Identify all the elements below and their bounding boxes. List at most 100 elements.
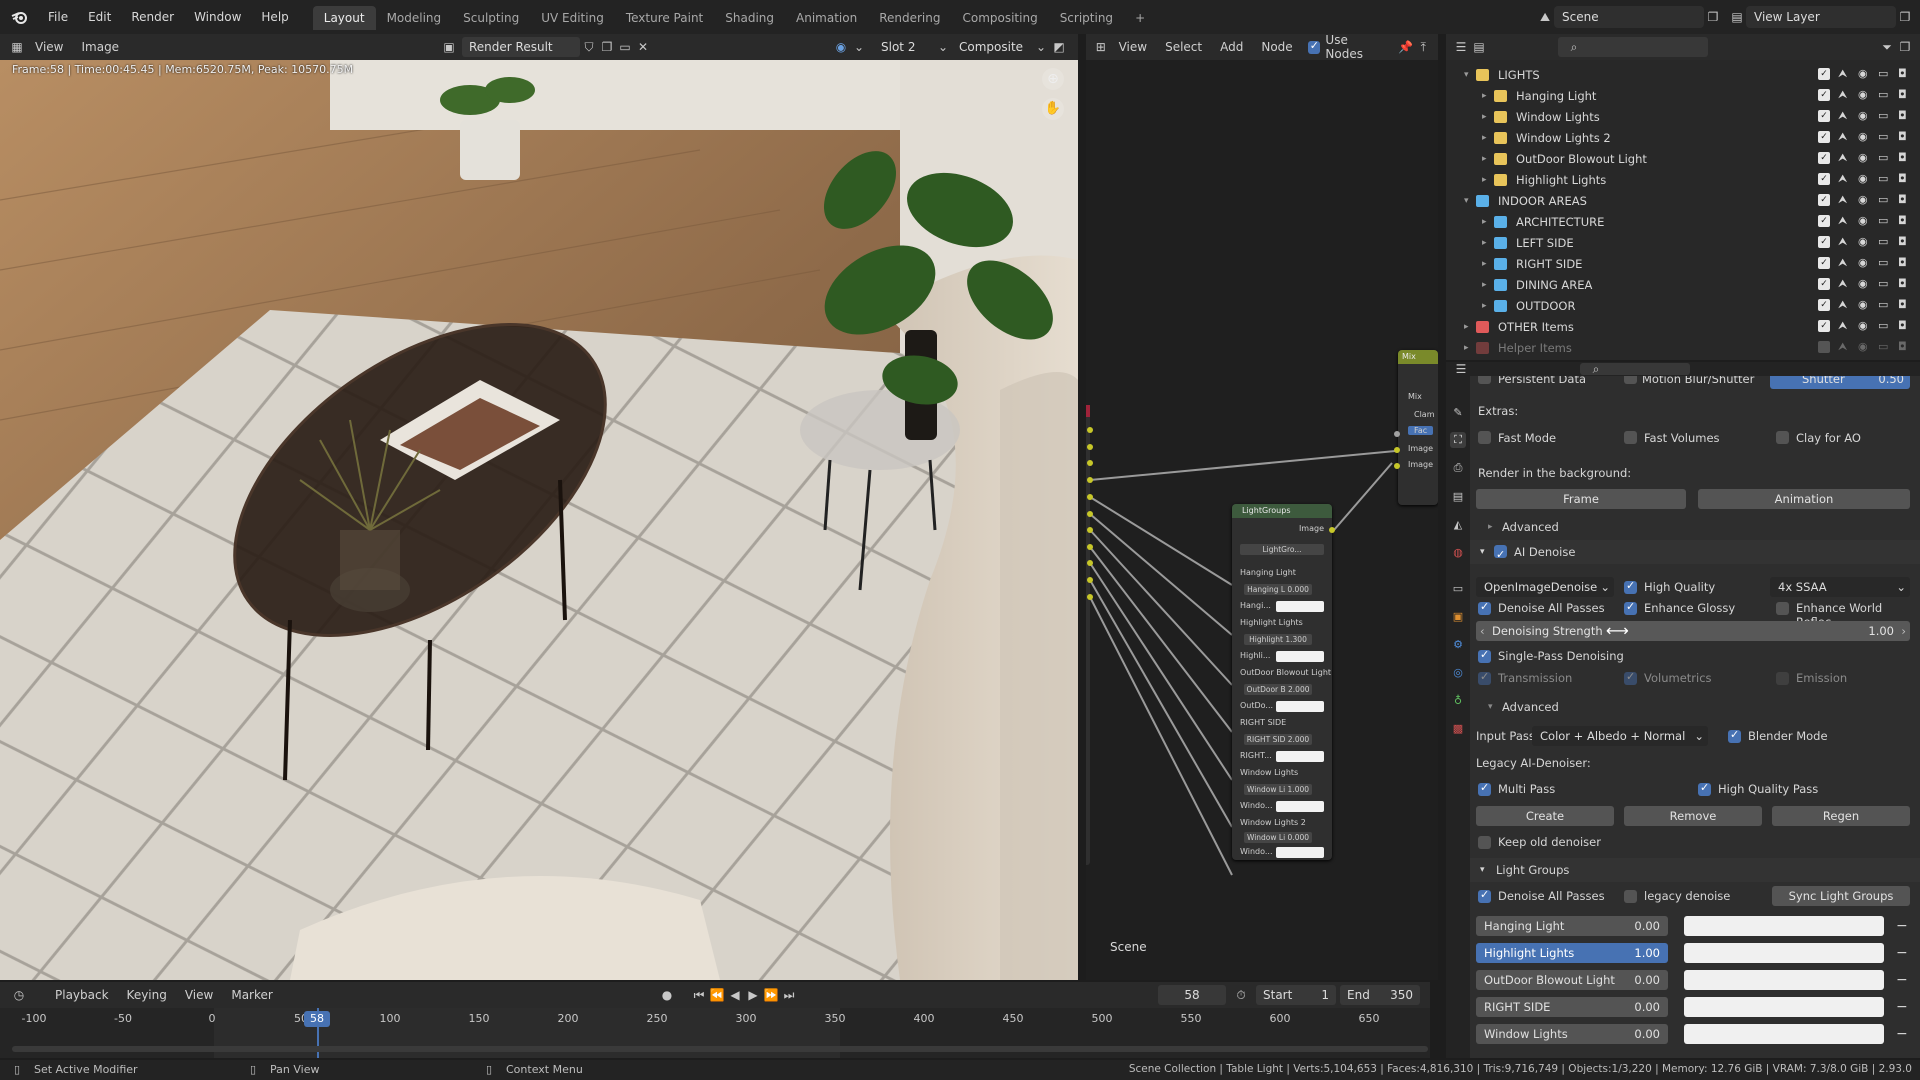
end-frame-field[interactable]: End 350 <box>1340 985 1420 1005</box>
exclude-checkbox[interactable]: ✓ <box>1818 320 1830 332</box>
light-group-color[interactable] <box>1684 997 1884 1017</box>
lg-item-strength[interactable]: Window Li 1.000 <box>1244 784 1312 795</box>
world-tab-icon[interactable]: ◍ <box>1450 544 1466 560</box>
mix-image-socket-2[interactable] <box>1394 463 1400 469</box>
pan-hand-icon[interactable]: ✋ <box>1042 98 1064 120</box>
collection-tab-icon[interactable]: ▭ <box>1450 580 1466 596</box>
editor-type-icon[interactable]: ▦ <box>8 38 26 56</box>
image-name-field[interactable]: Render Result <box>462 37 580 57</box>
remove-light-group-icon[interactable]: − <box>1896 972 1908 988</box>
outliner-row[interactable]: ▸ Helper Items ⮝ ◉ ▭ ◘ <box>1446 337 1920 358</box>
tab-modeling[interactable]: Modeling <box>376 6 453 30</box>
lg-item-strength[interactable]: OutDoor B 2.000 <box>1244 684 1312 695</box>
output-tab-icon[interactable]: ⎙ <box>1450 460 1466 476</box>
sync-light-groups-button[interactable]: Sync Light Groups <box>1772 886 1910 906</box>
arrow-select-icon[interactable]: ⮝ <box>1838 151 1847 165</box>
light-group-row[interactable]: Highlight Lights 1.00 <box>1476 943 1668 963</box>
camera-icon[interactable]: ◘ <box>1898 298 1907 311</box>
play-icon[interactable]: ▶ <box>744 986 762 1004</box>
lg-item-strength[interactable]: Window Li 0.000 <box>1244 832 1312 843</box>
physics-tab-icon[interactable]: ◎ <box>1450 664 1466 680</box>
transmission-checkbox[interactable] <box>1478 670 1491 685</box>
render-tab-icon[interactable]: ⛶ <box>1450 432 1466 448</box>
arrow-select-icon[interactable]: ⮝ <box>1838 193 1847 207</box>
image-menu-view[interactable]: View <box>26 40 72 54</box>
high-quality-checkbox[interactable] <box>1624 579 1637 594</box>
monitor-icon[interactable]: ▭ <box>1878 277 1888 290</box>
timeline-scrollbar[interactable] <box>12 1046 1428 1052</box>
camera-icon[interactable]: ◘ <box>1898 277 1907 290</box>
chevron-down-icon[interactable]: ⌄ <box>850 38 868 56</box>
node-menu-view[interactable]: View <box>1110 40 1156 54</box>
new-scene-icon[interactable]: ❐ <box>1704 8 1722 26</box>
light-group-color[interactable] <box>1684 943 1884 963</box>
outliner-row[interactable]: ▸ Window Lights ✓ ⮝ ◉ ▭ ◘ <box>1446 106 1920 127</box>
eye-icon[interactable]: ◉ <box>1858 235 1868 248</box>
light-groups-panel-header[interactable]: ▾ Light Groups <box>1470 858 1920 882</box>
left-socket[interactable] <box>1087 511 1093 517</box>
view-options-icon[interactable]: ◩ <box>1050 38 1068 56</box>
new-collection-icon[interactable]: ❐ <box>1896 38 1914 56</box>
denoiser-select[interactable]: OpenImageDenoise ⌄ <box>1476 577 1614 597</box>
start-frame-field[interactable]: Start 1 <box>1256 985 1336 1005</box>
collapse-arrow-icon[interactable]: ▸ <box>1482 259 1494 269</box>
outliner-type-icon[interactable]: ☰ <box>1452 38 1470 56</box>
remove-light-group-icon[interactable]: − <box>1896 999 1908 1015</box>
persistent-data-checkbox[interactable] <box>1478 376 1491 384</box>
add-workspace-button[interactable]: + <box>1124 6 1156 30</box>
image-browse-icon[interactable]: ▣ <box>440 38 458 56</box>
fake-user-icon[interactable]: ⛉ <box>580 38 598 56</box>
tab-sculpting[interactable]: Sculpting <box>452 6 530 30</box>
camera-icon[interactable]: ◘ <box>1898 214 1907 227</box>
expand-arrow-icon[interactable]: ▾ <box>1464 196 1476 206</box>
left-socket[interactable] <box>1087 527 1093 533</box>
tab-uv-editing[interactable]: UV Editing <box>530 6 615 30</box>
left-socket[interactable] <box>1087 477 1093 483</box>
timeline-menu-view[interactable]: View <box>176 988 222 1002</box>
exclude-checkbox[interactable]: ✓ <box>1818 131 1830 143</box>
light-group-row[interactable]: Window Lights 0.00 <box>1476 1024 1668 1044</box>
mix-node[interactable]: Mix Mix Clam Fac Image Image <box>1398 350 1438 505</box>
camera-icon[interactable]: ◘ <box>1898 319 1907 332</box>
outliner-row[interactable]: ▾ LIGHTS ✓ ⮝ ◉ ▭ ◘ <box>1446 64 1920 85</box>
playhead-frame-badge[interactable]: 58 <box>304 1011 330 1027</box>
arrow-select-icon[interactable]: ⮝ <box>1838 319 1847 333</box>
enhance-world-checkbox[interactable] <box>1776 602 1789 615</box>
collapse-arrow-icon[interactable]: ▸ <box>1482 133 1494 143</box>
outliner-item-label[interactable]: INDOOR AREAS <box>1498 194 1587 208</box>
lg-item-color[interactable] <box>1276 847 1324 858</box>
camera-icon[interactable]: ◘ <box>1898 172 1907 185</box>
lg-item-strength[interactable]: Highlight 1.300 <box>1244 634 1312 645</box>
exclude-checkbox[interactable]: ✓ <box>1818 89 1830 101</box>
exclude-checkbox[interactable]: ✓ <box>1818 257 1830 269</box>
exclude-checkbox[interactable]: ✓ <box>1818 173 1830 185</box>
collapse-arrow-icon[interactable]: ▸ <box>1482 154 1494 164</box>
lg-item-strength[interactable]: Hanging L 0.000 <box>1244 584 1312 595</box>
mix-image-socket-1[interactable] <box>1394 447 1400 453</box>
timeline-menu-marker[interactable]: Marker <box>222 988 281 1002</box>
monitor-icon[interactable]: ▭ <box>1878 319 1888 332</box>
advanced2-subpanel[interactable]: Advanced <box>1502 700 1559 714</box>
outliner-item-label[interactable]: RIGHT SIDE <box>1516 257 1582 271</box>
tab-animation[interactable]: Animation <box>785 6 868 30</box>
input-pass-select[interactable]: Color + Albedo + Normal ⌄ <box>1532 726 1708 746</box>
camera-icon[interactable]: ◘ <box>1898 340 1907 353</box>
outliner-row[interactable]: ▸ Window Lights 2 ✓ ⮝ ◉ ▭ ◘ <box>1446 127 1920 148</box>
emission-checkbox[interactable] <box>1776 672 1789 685</box>
exclude-checkbox[interactable]: ✓ <box>1818 299 1830 311</box>
eye-icon[interactable]: ◉ <box>1858 340 1868 353</box>
node-menu-select[interactable]: Select <box>1156 40 1211 54</box>
view-layer-icon[interactable]: ▤ <box>1728 8 1746 26</box>
camera-icon[interactable]: ◘ <box>1898 193 1907 206</box>
menu-edit[interactable]: Edit <box>78 0 121 34</box>
collapse-arrow-icon[interactable]: ▸ <box>1482 91 1494 101</box>
outliner-row[interactable]: ▸ LEFT SIDE ✓ ⮝ ◉ ▭ ◘ <box>1446 232 1920 253</box>
outliner-row[interactable]: ▸ DINING AREA ✓ ⮝ ◉ ▭ ◘ <box>1446 274 1920 295</box>
lightgroups-output-socket[interactable] <box>1329 527 1335 533</box>
monitor-icon[interactable]: ▭ <box>1878 214 1888 227</box>
outliner-item-label[interactable]: Window Lights 2 <box>1516 131 1611 145</box>
outliner-item-label[interactable]: Hanging Light <box>1516 89 1596 103</box>
outliner-item-label[interactable]: Helper Items <box>1498 341 1572 355</box>
jump-start-icon[interactable]: ⏮ <box>690 986 708 1004</box>
light-group-row[interactable]: Hanging Light 0.00 <box>1476 916 1668 936</box>
